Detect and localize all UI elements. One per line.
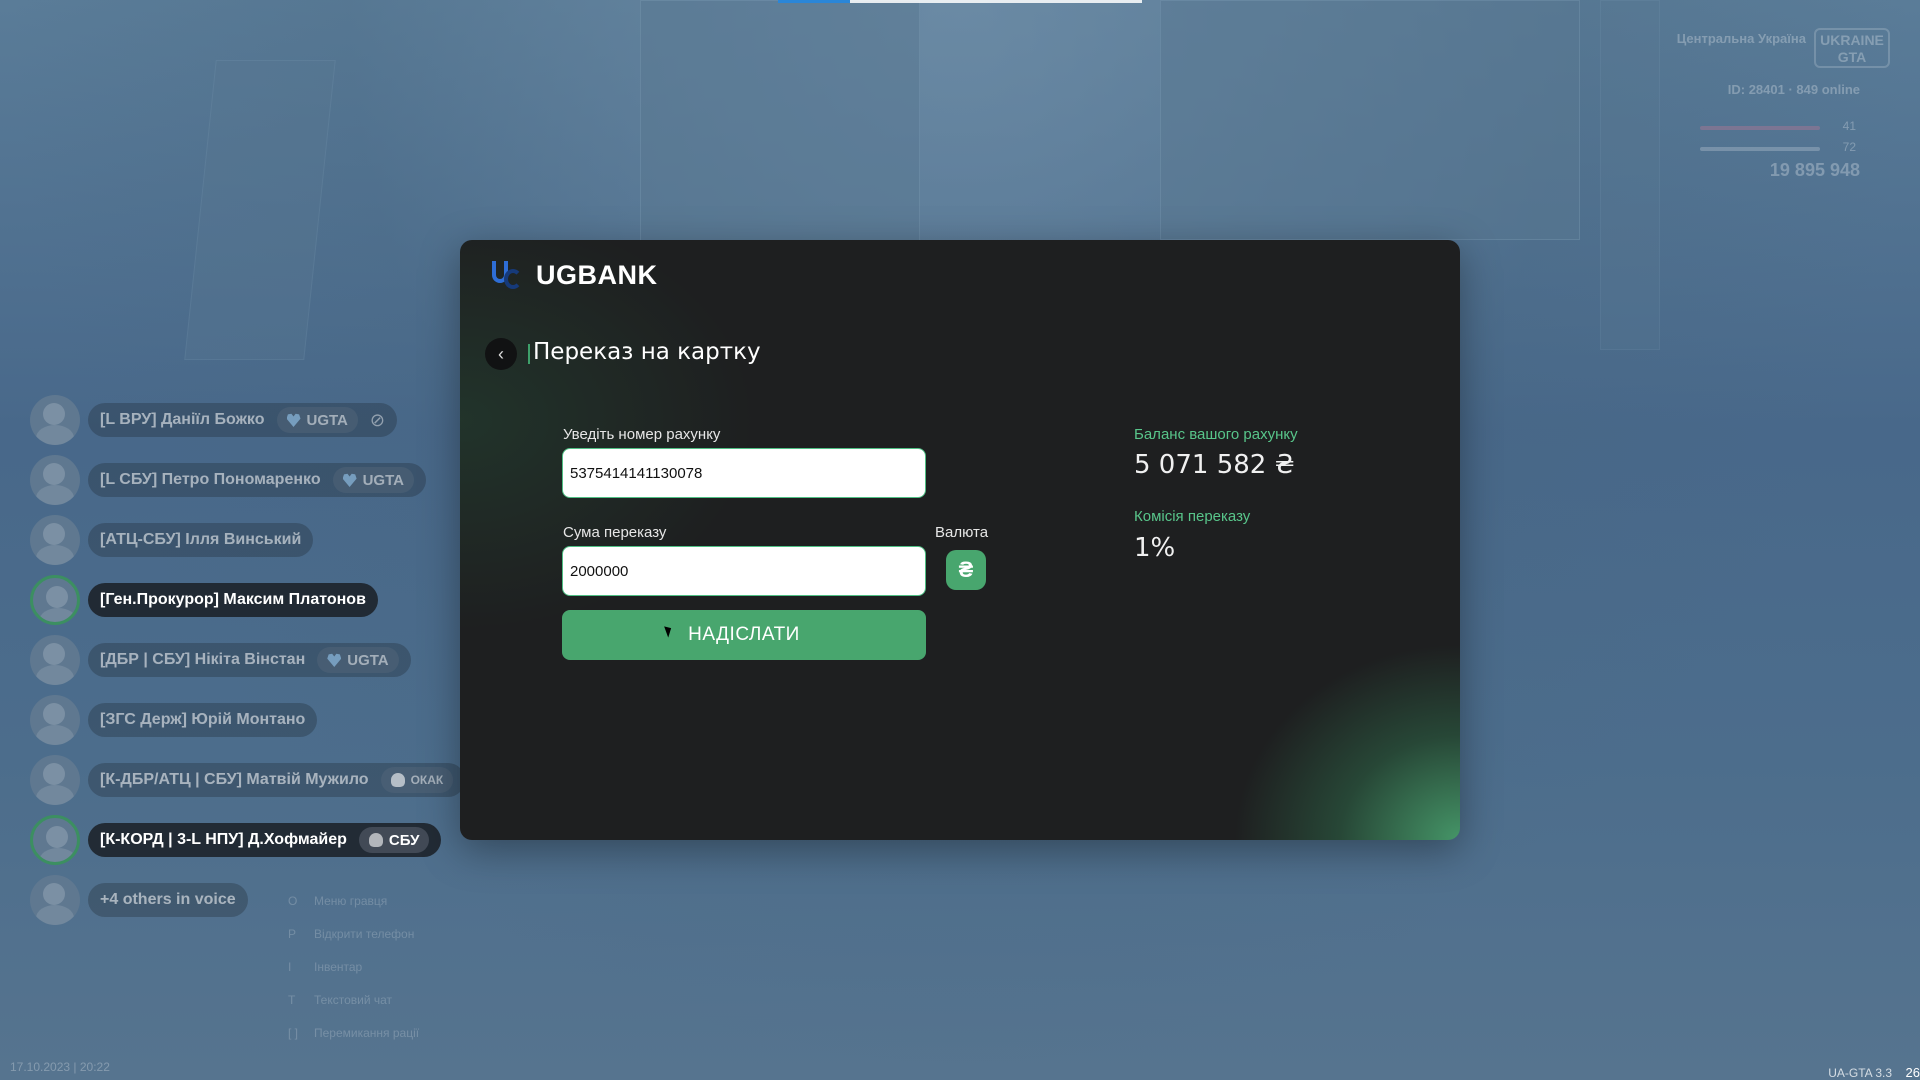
hud-money: 19 895 948	[1769, 160, 1860, 180]
voice-member-tag: UGTA	[317, 647, 399, 673]
background-building	[1160, 0, 1580, 240]
avatar	[30, 515, 80, 565]
heart-icon	[342, 473, 357, 487]
voice-others-pill: +4 others in voice	[88, 883, 248, 917]
hud-player-id: ID: 28401 · 849 online	[1727, 82, 1860, 97]
heart-icon	[327, 653, 342, 667]
voice-member-name: [ДБР | СБУ] Нікіта Вінстан	[100, 651, 306, 668]
currency-hryvnia-button[interactable]: ₴	[946, 550, 986, 590]
tag-label: ОКАК	[410, 773, 444, 787]
tag-label: UGTA	[306, 411, 348, 429]
commission-label: Комісія переказу	[1134, 508, 1251, 525]
skull-icon	[390, 773, 405, 787]
hud-region: Центральна Україна	[1676, 31, 1806, 46]
top-progress-bar	[778, 0, 1142, 3]
tag-label: UGTA	[347, 651, 389, 669]
voice-member-pill: [К-ДБР/АТЦ | СБУ] Матвій Мужило ОКАК	[88, 763, 466, 797]
key-action: Відкрити телефон	[314, 927, 415, 941]
skull-icon	[368, 833, 383, 847]
voice-member-tag: СБУ	[358, 827, 430, 853]
chevron-left-icon: ‹	[498, 343, 504, 364]
account-number-label: Уведіть номер рахунку	[563, 426, 721, 443]
voice-member-pill: [К-КОРД | 3-L НПУ] Д.Хофмайер СБУ	[88, 823, 442, 857]
avatar	[30, 635, 80, 685]
mic-muted-icon: ⊘	[369, 409, 385, 430]
key-label: [ ]	[288, 1026, 299, 1040]
voice-member-name: [L СБУ] Петро Пономаренко	[100, 471, 321, 488]
avatar-group	[30, 875, 80, 925]
bank-modal: UGBANK ‹ Переказ на картку Уведіть номер…	[460, 240, 1460, 840]
key-action: Інвентар	[314, 960, 363, 974]
voice-member-name: [L ВРУ] Даніїл Божко	[100, 411, 265, 428]
key-action: Перемикання рації	[314, 1026, 420, 1040]
voice-member-pill: [L ВРУ] Даніїл Божко UGTA ⊘	[88, 403, 397, 437]
armor-value: 72	[1842, 140, 1856, 154]
voice-member-name: [К-ДБР/АТЦ | СБУ] Матвій Мужило	[100, 771, 369, 788]
health-bar	[1700, 126, 1820, 130]
amount-input[interactable]	[562, 546, 926, 596]
corner-counter: 26	[1905, 1065, 1920, 1080]
voice-member-pill: [ДБР | СБУ] Нікіта Вінстан UGTA	[88, 643, 411, 677]
bank-brand: UGBANK	[490, 257, 658, 293]
key-label: I	[288, 960, 292, 974]
heart-icon	[286, 413, 301, 427]
hryvnia-icon: ₴	[958, 557, 974, 582]
page-title: Переказ на картку	[533, 339, 761, 365]
health-value: 41	[1842, 119, 1856, 133]
voice-member-pill: [ЗГС Держ] Юрій Монтано	[88, 703, 318, 737]
send-button[interactable]: НАДІСЛАТИ	[562, 610, 926, 660]
voice-member-pill: [Ген.Прокурор] Максим Платонов	[88, 583, 378, 617]
commission-value: 1%	[1134, 533, 1176, 563]
tag-label: UGTA	[362, 471, 404, 489]
balance-label: Баланс вашого рахунку	[1134, 426, 1298, 443]
top-progress-fill	[778, 0, 850, 3]
background-building	[184, 60, 336, 360]
keybind-hint: P Відкрити телефон	[288, 918, 419, 951]
currency-label: Валюта	[935, 524, 989, 541]
voice-member-pill: [L СБУ] Петро Пономаренко UGTA	[88, 463, 426, 497]
key-label: O	[288, 894, 298, 908]
voice-member-tag: UGTA	[332, 467, 414, 493]
key-action: Меню гравця	[314, 894, 388, 908]
ugbank-logo-icon	[490, 257, 526, 293]
voice-others-label: +4 others in voice	[100, 891, 236, 908]
voice-member-name: [К-КОРД | 3-L НПУ] Д.Хофмайер	[100, 831, 347, 848]
avatar	[30, 755, 80, 805]
voice-member-name: [ЗГС Держ] Юрій Монтано	[100, 711, 306, 728]
voice-member-pill: [АТЦ-СБУ] Ілля Винський	[88, 523, 314, 557]
keybind-hint: I Інвентар	[288, 951, 419, 984]
bank-name: UGBANK	[536, 259, 658, 290]
avatar	[30, 575, 80, 625]
amount-label: Сума переказу	[563, 524, 667, 541]
keybind-hint: T Текстовий чат	[288, 984, 419, 1017]
key-label: T	[288, 993, 296, 1007]
background-building	[640, 0, 920, 250]
voice-member-name: [Ген.Прокурор] Максим Платонов	[100, 591, 366, 608]
server-logo: UKRAINE GTA	[1814, 28, 1890, 68]
back-button[interactable]: ‹	[485, 338, 517, 370]
avatar	[30, 815, 80, 865]
keybind-hint: [ ] Перемикання рації	[288, 1017, 419, 1050]
avatar	[30, 695, 80, 745]
balance-value: 5 071 582 ₴	[1134, 450, 1295, 480]
keybind-hint: O Меню гравця	[288, 885, 419, 918]
armor-bar	[1700, 147, 1820, 151]
voice-member-tag: ОКАК	[380, 767, 454, 793]
background-building	[1600, 0, 1660, 350]
key-label: P	[288, 927, 297, 941]
voice-member-name: [АТЦ-СБУ] Ілля Винський	[100, 531, 302, 548]
avatar	[30, 455, 80, 505]
account-number-input[interactable]	[562, 448, 926, 498]
voice-member-tag: UGTA	[276, 407, 358, 433]
keybind-hints: O Меню гравця P Відкрити телефон I Інвентар…	[288, 885, 419, 1050]
game-version: UA-GTA 3.3	[1828, 1066, 1892, 1080]
key-action: Текстовий чат	[314, 993, 393, 1007]
tag-label: СБУ	[388, 831, 420, 849]
avatar	[30, 395, 80, 445]
datetime: 17.10.2023 | 20:22	[10, 1060, 110, 1074]
title-accent-bar	[528, 344, 530, 364]
